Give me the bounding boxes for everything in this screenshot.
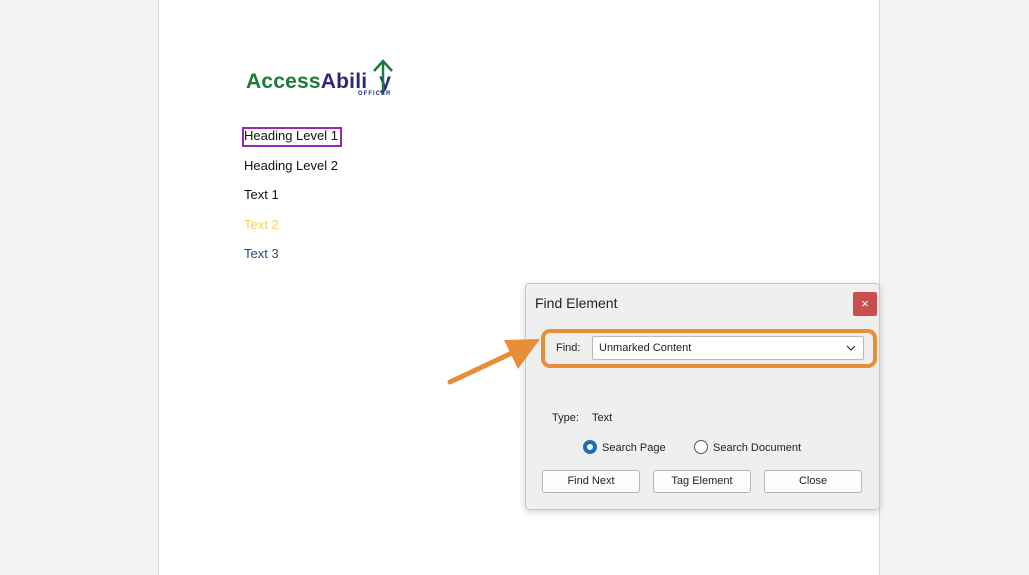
close-icon[interactable]: × xyxy=(853,292,877,316)
dialog-title: Find Element xyxy=(535,295,618,311)
find-element-dialog: Find Element × Find: Unmarked Content Ty… xyxy=(525,283,880,510)
type-label: Type: xyxy=(552,412,579,424)
close-button[interactable]: Close xyxy=(764,470,862,493)
text-1: Text 1 xyxy=(244,187,279,202)
search-page-label: Search Page xyxy=(602,442,666,454)
accessability-logo: AccessAbili y OFFICER xyxy=(246,58,416,100)
text-2: Text 2 xyxy=(244,217,279,232)
annotation-highlight-frame xyxy=(541,329,877,368)
arrow-icon xyxy=(447,339,540,385)
radio-unchecked-icon xyxy=(694,440,708,454)
text-3: Text 3 xyxy=(244,246,279,261)
type-value: Text xyxy=(592,412,613,424)
logo-subtext: OFFICER xyxy=(358,91,392,97)
find-next-button[interactable]: Find Next xyxy=(542,470,640,493)
radio-checked-icon xyxy=(583,440,597,454)
search-document-label: Search Document xyxy=(713,442,802,454)
selection-highlight-box xyxy=(242,127,342,147)
heading-level-2-text: Heading Level 2 xyxy=(244,158,338,173)
tag-element-button[interactable]: Tag Element xyxy=(653,470,751,493)
